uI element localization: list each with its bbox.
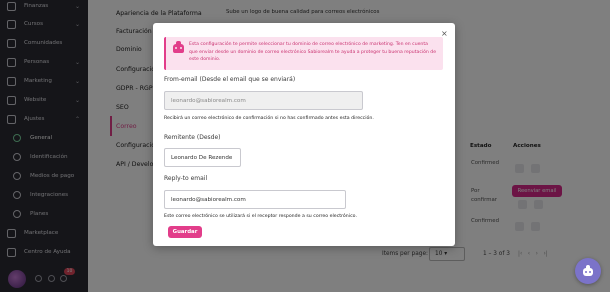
email-settings-modal: × Esta configuración te permite seleccio…: [153, 23, 455, 246]
assistant-button[interactable]: [575, 258, 601, 284]
info-alert: Esta configuración te permite selecciona…: [164, 37, 443, 70]
reply-to-help: Este correo electrónico se utilizará si …: [164, 214, 357, 219]
from-email-label: From-email (Desde el email que se enviar…: [164, 76, 296, 83]
save-button[interactable]: Guardar: [168, 226, 202, 238]
robot-icon: [173, 41, 184, 53]
sender-label: Remitente (Desde): [164, 134, 221, 141]
from-email-field[interactable]: [164, 91, 363, 110]
robot-icon: [583, 265, 593, 276]
from-email-help: Recibirá un correo electrónico de confir…: [164, 116, 374, 121]
alert-text: Esta configuración te permite selecciona…: [189, 42, 437, 63]
sender-name-field[interactable]: [164, 148, 241, 167]
reply-to-email-field[interactable]: [164, 190, 346, 209]
reply-to-label: Reply-to email: [164, 175, 208, 182]
